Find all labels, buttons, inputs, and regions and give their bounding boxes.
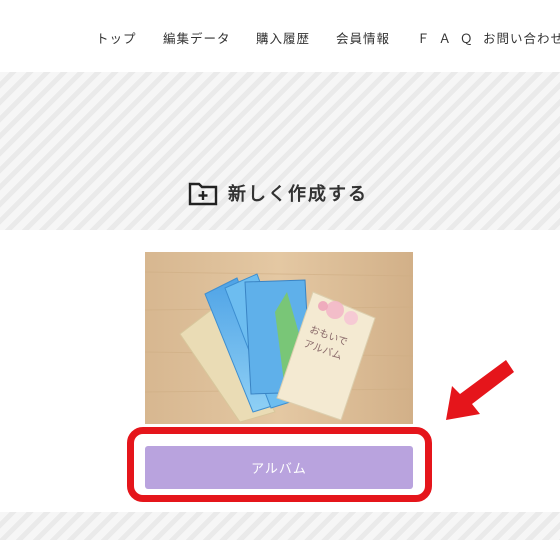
red-arrow-icon (446, 360, 514, 420)
nav-item-purchase-history[interactable]: 購入履歴 (256, 28, 310, 47)
page: トップ 編集データ 購入履歴 会員情報 ＦＡＱ お問い合わせ 新しく作成する お… (0, 0, 560, 540)
nav-item-faq[interactable]: ＦＡＱ (417, 28, 482, 47)
section-heading: 新しく作成する (188, 180, 368, 206)
hero-band (0, 72, 560, 230)
top-navigation: トップ 編集データ 購入履歴 会員情報 ＦＡＱ お問い合わせ (0, 0, 560, 72)
footer-band (0, 512, 560, 540)
section-title: 新しく作成する (228, 184, 368, 205)
album-button[interactable]: アルバム (145, 446, 413, 489)
album-books-image[interactable]: おもいで アルバム (145, 252, 413, 424)
folder-plus-icon (188, 182, 218, 206)
nav-item-contact[interactable]: お問い合わせ (483, 28, 560, 47)
nav-item-member-info[interactable]: 会員情報 (336, 28, 390, 47)
nav-item-top[interactable]: トップ (96, 28, 137, 47)
nav-item-edit-data[interactable]: 編集データ (163, 28, 231, 47)
